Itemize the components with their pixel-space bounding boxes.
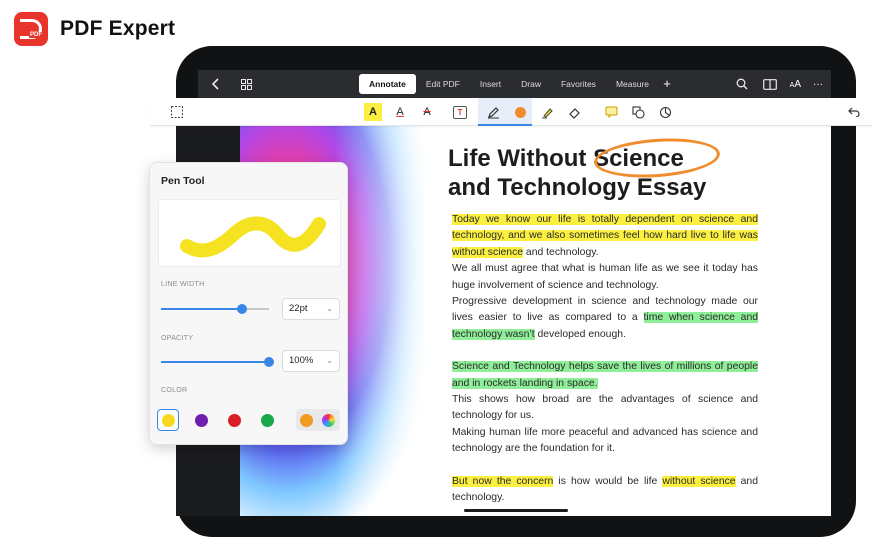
add-tab-button[interactable]: + (659, 74, 675, 94)
line-width-select[interactable]: 22pt ⌄ (282, 298, 340, 320)
more-icon[interactable]: ··· (813, 79, 823, 90)
comment-icon[interactable] (602, 103, 620, 121)
chevron-left-icon[interactable] (208, 76, 224, 92)
highlight-annotation[interactable]: without science (662, 475, 736, 487)
tab-edit-pdf[interactable]: Edit PDF (416, 74, 470, 94)
stamp-icon[interactable] (656, 103, 674, 121)
highlight-annotation[interactable]: Science and Technology helps save the li… (452, 361, 758, 389)
body-text: This shows how broad are the advantages … (452, 394, 758, 422)
tab-insert[interactable]: Insert (470, 74, 511, 94)
body-text: Making human life more peaceful and adva… (452, 426, 758, 455)
tab-measure[interactable]: Measure (606, 74, 659, 94)
opacity-label: OPACITY (161, 335, 194, 342)
paragraph-1: Today we know our life is totally depend… (452, 212, 759, 343)
color-label: COLOR (161, 387, 188, 394)
color-swatch-yellow[interactable] (162, 414, 175, 427)
body-text: is how would be life (553, 475, 663, 487)
book-icon[interactable] (762, 76, 778, 92)
slider-knob[interactable] (237, 304, 247, 314)
underline-tool[interactable]: A (391, 103, 409, 121)
grid-icon[interactable] (238, 76, 254, 92)
panel-title: Pen Tool (161, 175, 205, 187)
line-width-slider[interactable] (161, 304, 269, 314)
opacity-select[interactable]: 100% ⌄ (282, 350, 340, 372)
pen-tool-panel: Pen Tool LINE WIDTH 22pt ⌄ OPACITY 100% … (149, 162, 348, 445)
document-body: Today we know our life is totally depend… (452, 212, 759, 523)
home-indicator (464, 509, 568, 512)
mode-tabs: Annotate Edit PDF Insert Draw Favorites … (359, 74, 675, 94)
app-stage: PDF PDF Expert Annotate Edit PDF Insert … (0, 0, 872, 537)
recent-color-swatch[interactable] (300, 414, 313, 427)
selection-icon[interactable] (168, 103, 186, 121)
highlight-annotation[interactable]: But now the concern (452, 475, 554, 487)
text-size-icon[interactable]: AA (790, 79, 801, 90)
textbox-tool[interactable]: T (453, 106, 467, 119)
chevron-down-icon: ⌄ (326, 356, 333, 365)
opacity-value: 100% (289, 355, 314, 366)
tab-annotate[interactable]: Annotate (359, 74, 416, 94)
highlight-annotation[interactable]: Today we know our life is totally depend… (452, 214, 758, 258)
color-swatch-purple[interactable] (195, 414, 208, 427)
tab-favorites[interactable]: Favorites (551, 74, 606, 94)
slider-knob[interactable] (264, 357, 274, 367)
title-line-2: and Technology Essay (448, 174, 707, 201)
tab-draw[interactable]: Draw (511, 74, 551, 94)
chevron-down-icon: ⌄ (326, 304, 333, 313)
undo-icon[interactable] (845, 103, 863, 121)
top-toolbar: Annotate Edit PDF Insert Draw Favorites … (198, 70, 831, 98)
pen-icon[interactable] (484, 103, 502, 121)
color-wheel-icon[interactable] (322, 414, 335, 427)
search-icon[interactable] (734, 76, 750, 92)
highlighter-pen-icon[interactable] (538, 103, 556, 121)
paragraph-3: But now the concern is how would be life… (452, 474, 758, 507)
color-swatch-green[interactable] (261, 414, 274, 427)
highlight-tool[interactable]: A (364, 103, 382, 121)
strikethrough-tool[interactable]: A (418, 103, 436, 121)
body-text: and technology. (523, 246, 599, 258)
color-picker-icon[interactable] (511, 103, 529, 121)
shapes-icon[interactable] (629, 103, 647, 121)
brand-name: PDF Expert (60, 17, 176, 40)
line-width-value: 22pt (289, 303, 308, 314)
opacity-slider[interactable] (161, 357, 274, 367)
stroke-preview (158, 199, 341, 267)
pdf-expert-logo: PDF (14, 12, 48, 46)
brand-header: PDF PDF Expert (14, 12, 175, 46)
color-swatch-red[interactable] (228, 414, 241, 427)
paragraph-2: Science and Technology helps save the li… (452, 359, 758, 457)
eraser-icon[interactable] (565, 103, 583, 121)
line-width-label: LINE WIDTH (161, 281, 205, 288)
annotation-toolbar: A A A T (150, 98, 872, 126)
body-text: We all must agree that what is human lif… (452, 263, 758, 291)
body-text: developed enough. (534, 328, 626, 340)
